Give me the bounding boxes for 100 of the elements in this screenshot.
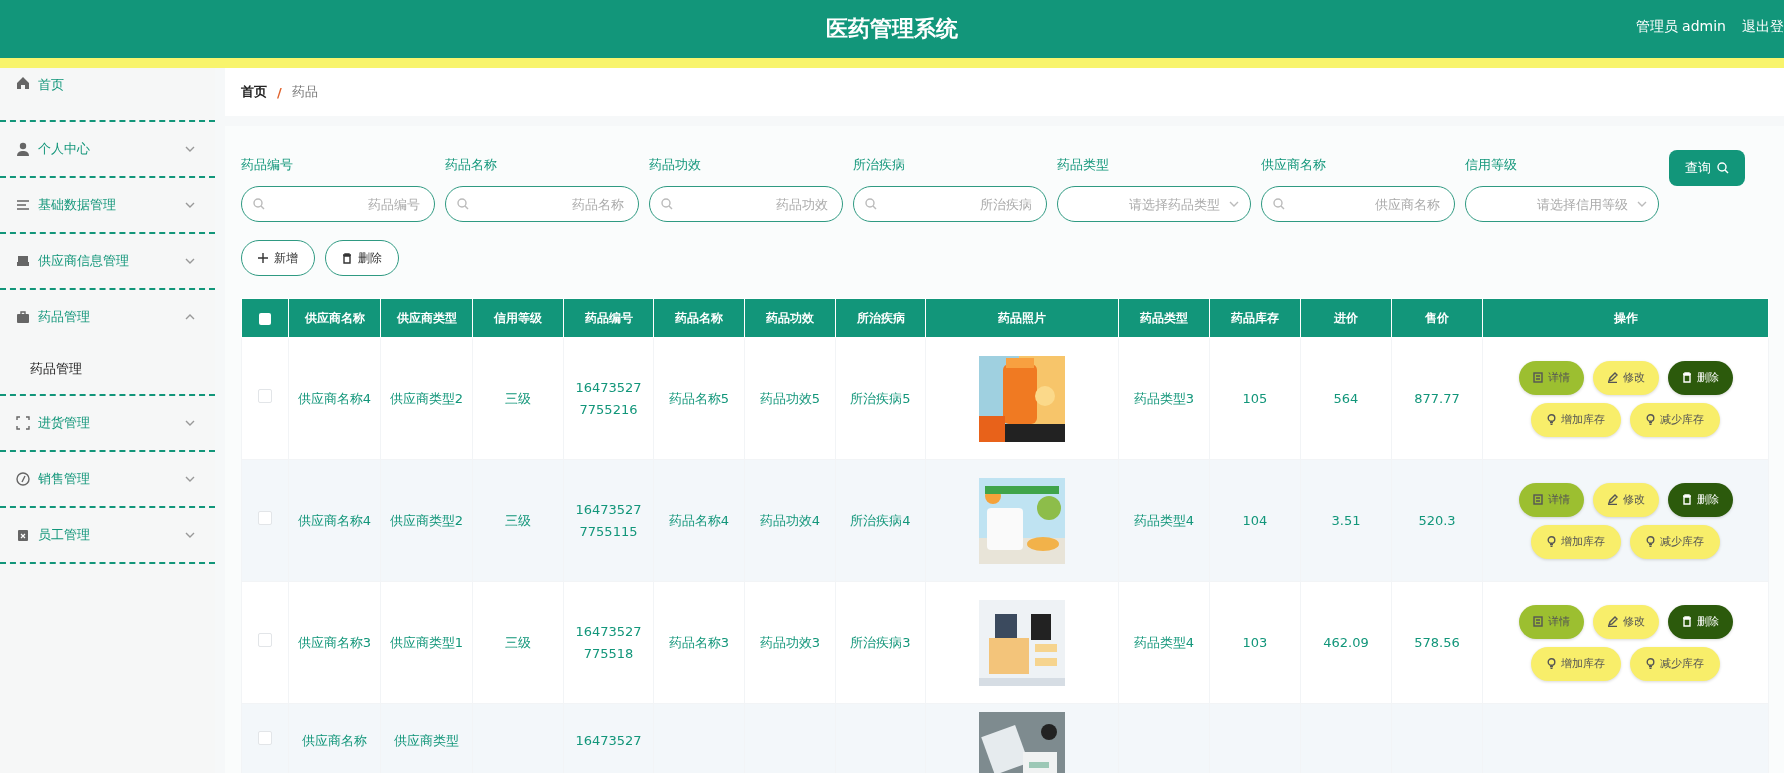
- column-header: 药品类型: [1118, 298, 1210, 338]
- search-field[interactable]: 药品编号: [241, 186, 435, 222]
- search-field[interactable]: 所治疾病: [853, 186, 1047, 222]
- stock-button[interactable]: 增加库存: [1531, 402, 1621, 437]
- table-cell-text: 药品名称5: [668, 389, 730, 408]
- stock-button[interactable]: 减少库存: [1630, 646, 1720, 681]
- briefcase-icon: [16, 310, 30, 324]
- column-header: 药品功效: [744, 298, 836, 338]
- document-icon: [1532, 372, 1543, 383]
- trash-icon: [1681, 372, 1692, 383]
- table-cell-text: 105: [1242, 389, 1268, 408]
- table-cell-text: 164735277755115: [574, 500, 643, 541]
- edit-button[interactable]: 修改: [1592, 604, 1659, 639]
- table-cell-text: 3.51: [1331, 511, 1361, 530]
- detail-button[interactable]: 详情: [1518, 482, 1584, 517]
- table-cell-text: 供应商类型: [394, 732, 459, 750]
- pencil-icon: [1606, 616, 1618, 627]
- field-label: 药品功效: [649, 156, 702, 174]
- table-cell-text: 药品功效3: [759, 633, 821, 652]
- user-icon: [16, 142, 30, 156]
- row-checkbox[interactable]: [258, 388, 272, 403]
- trash-icon: [342, 252, 352, 264]
- column-header: 药品名称: [653, 298, 745, 338]
- row-checkbox[interactable]: [258, 632, 272, 647]
- delete-button[interactable]: 删除: [1667, 360, 1733, 395]
- row-checkbox[interactable]: [258, 510, 272, 525]
- column-header: 供应商名称: [288, 298, 381, 338]
- sidebar-item[interactable]: 员工管理: [0, 508, 215, 564]
- trash-icon: [1681, 494, 1692, 505]
- column-header: 信用等级: [472, 298, 564, 338]
- column-header: 药品编号: [563, 298, 654, 338]
- select-field[interactable]: 请选择信用等级: [1465, 186, 1659, 222]
- bulb-icon: [1646, 414, 1655, 425]
- frame-icon: [16, 416, 30, 430]
- column-header: 进价: [1300, 298, 1392, 338]
- sidebar-item[interactable]: 首页: [0, 68, 215, 122]
- table-cell-text: 药品功效5: [759, 389, 821, 408]
- chevron-down-icon: [185, 420, 195, 426]
- bulb-icon: [1646, 536, 1655, 547]
- detail-button[interactable]: 详情: [1518, 604, 1584, 639]
- stock-button[interactable]: 减少库存: [1630, 524, 1720, 559]
- search-icon: [253, 198, 265, 210]
- edit-button[interactable]: 修改: [1592, 482, 1659, 517]
- delete-button[interactable]: 删除: [1667, 604, 1733, 639]
- breadcrumb-separator: /: [277, 84, 282, 100]
- chevron-down-icon: [1229, 201, 1239, 207]
- delete-button[interactable]: 删除: [1667, 482, 1733, 517]
- table-cell-text: 578.56: [1414, 633, 1460, 652]
- trash-icon: [1681, 616, 1692, 627]
- column-header: 售价: [1391, 298, 1483, 338]
- sidebar-item[interactable]: 个人中心: [0, 122, 215, 178]
- select-all-checkbox[interactable]: [259, 312, 271, 325]
- sidebar-item[interactable]: 进货管理: [0, 396, 215, 452]
- search-field[interactable]: 供应商名称: [1261, 186, 1455, 222]
- search-icon: [457, 198, 469, 210]
- table-cell-text: 462.09: [1323, 633, 1369, 652]
- table-cell-text: 供应商类型1: [389, 633, 464, 652]
- sidebar-item[interactable]: 药品管理: [0, 290, 215, 344]
- table-cell-text: 三级: [505, 633, 531, 652]
- stock-button[interactable]: 增加库存: [1531, 524, 1621, 559]
- edit-button[interactable]: 修改: [1592, 360, 1659, 395]
- bulb-icon: [1547, 536, 1556, 547]
- submenu-item[interactable]: 药品管理: [0, 344, 215, 396]
- table-cell-text: 520.3: [1418, 511, 1456, 530]
- column-header: 药品照片: [925, 298, 1119, 338]
- table-cell-text: 16473527: [575, 732, 642, 750]
- stock-button[interactable]: 增加库存: [1531, 646, 1621, 681]
- search-icon: [1273, 198, 1285, 210]
- table-cell-text: 所治疾病5: [850, 389, 911, 408]
- sidebar-item[interactable]: 基础数据管理: [0, 178, 215, 234]
- breadcrumb-link[interactable]: 首页: [241, 83, 267, 101]
- table-cell-text: 供应商名称4: [297, 511, 372, 530]
- chevron-down-icon: [185, 258, 195, 264]
- add-button[interactable]: 新增: [241, 240, 315, 276]
- bulb-icon: [1547, 414, 1556, 425]
- sidebar-item[interactable]: 销售管理: [0, 452, 215, 508]
- chevron-down-icon: [185, 202, 195, 208]
- detail-button[interactable]: 详情: [1518, 360, 1584, 395]
- search-icon: [865, 198, 877, 210]
- printer-icon: [16, 254, 30, 268]
- stock-button[interactable]: 减少库存: [1630, 402, 1720, 437]
- delete-button[interactable]: 删除: [325, 240, 399, 276]
- row-checkbox[interactable]: [258, 731, 272, 745]
- table-cell-text: 877.77: [1414, 389, 1460, 408]
- search-field[interactable]: 药品功效: [649, 186, 843, 222]
- column-header: 操作: [1482, 298, 1769, 338]
- bulb-icon: [1646, 658, 1655, 669]
- table-cell-text: 药品类型4: [1133, 511, 1195, 530]
- sidebar-item[interactable]: 供应商信息管理: [0, 234, 215, 290]
- field-label: 所治疾病: [853, 156, 906, 174]
- bulb-icon: [1547, 658, 1556, 669]
- select-field[interactable]: 请选择药品类型: [1057, 186, 1251, 222]
- admin-label: 管理员 admin: [1635, 18, 1726, 36]
- search-field[interactable]: 药品名称: [445, 186, 639, 222]
- logout-link[interactable]: 退出登: [1742, 18, 1784, 36]
- table-cell-text: 所治疾病4: [850, 511, 911, 530]
- list-icon: [16, 198, 30, 212]
- field-label: 药品类型: [1057, 156, 1110, 174]
- search-button[interactable]: 查询: [1669, 150, 1745, 186]
- table-cell-text: 供应商名称3: [297, 633, 372, 652]
